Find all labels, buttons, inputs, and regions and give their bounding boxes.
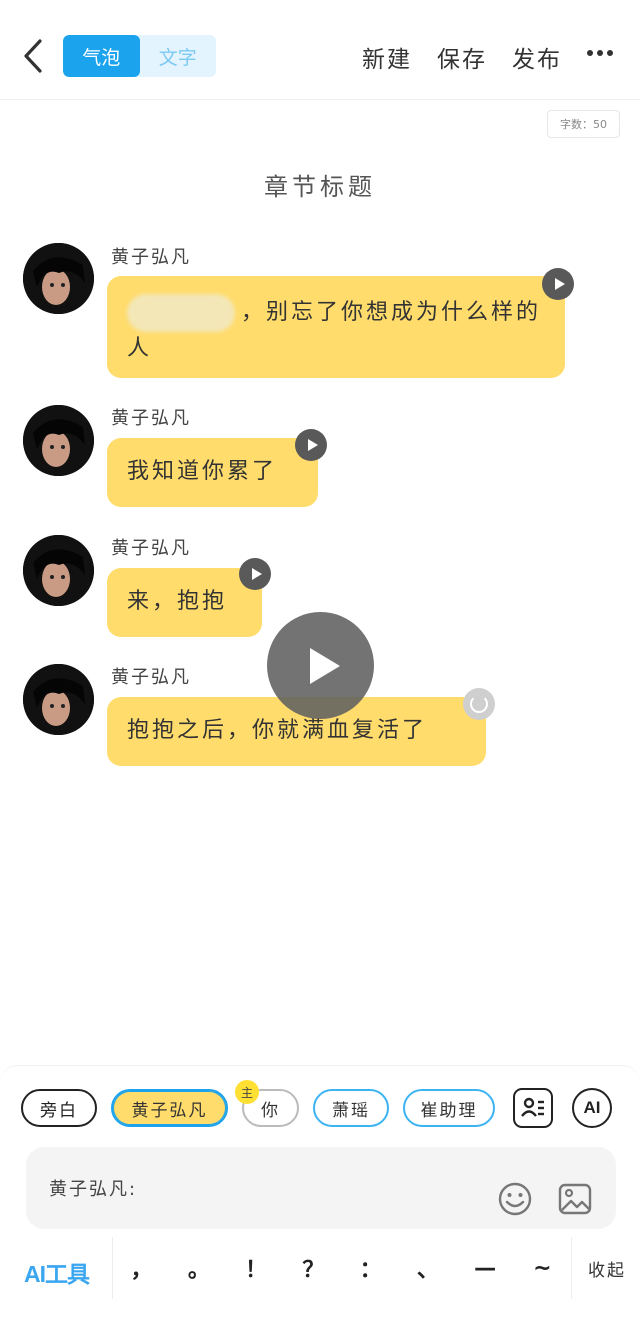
- avatar[interactable]: [23, 535, 94, 606]
- mode-switch: 气泡 文字: [63, 35, 216, 77]
- role-chip-assistant[interactable]: 崔助理: [403, 1089, 495, 1127]
- punct-enum-comma[interactable]: 、: [413, 1252, 443, 1284]
- message-bubble[interactable]: 我知道你累了: [107, 438, 318, 507]
- tab-bubble[interactable]: 气泡: [63, 35, 140, 77]
- speaker-name: 黄子弘凡: [111, 408, 191, 429]
- role-list-icon[interactable]: [513, 1088, 553, 1128]
- role-chip-selected[interactable]: 黄子弘凡: [111, 1089, 228, 1127]
- avatar[interactable]: [23, 405, 94, 476]
- punct-tilde[interactable]: ~: [527, 1256, 557, 1281]
- more-icon[interactable]: [587, 50, 613, 56]
- tab-text[interactable]: 文字: [140, 35, 217, 77]
- collapse-button[interactable]: 收起: [588, 1256, 626, 1281]
- punct-dash[interactable]: —: [470, 1256, 500, 1281]
- preview-play-button[interactable]: [267, 612, 374, 719]
- ai-tools-button[interactable]: AI工具: [24, 1255, 90, 1289]
- speaker-name: 黄子弘凡: [111, 667, 191, 688]
- punct-period[interactable]: 。: [184, 1252, 214, 1284]
- play-icon[interactable]: [295, 429, 327, 461]
- input-speaker-prefix: 黄子弘凡:: [49, 1179, 138, 1200]
- message-text: 抱抱之后，你就满血复活了: [127, 718, 428, 743]
- blurred-name: [127, 294, 235, 332]
- message-input[interactable]: 黄子弘凡:: [26, 1147, 616, 1229]
- punctuation-bar: ， 。 ！ ？ ： 、 — ~: [112, 1237, 572, 1299]
- avatar[interactable]: [23, 664, 94, 735]
- role-chip-xiaoyao[interactable]: 萧瑶: [313, 1089, 389, 1127]
- message-text: 来，抱抱: [127, 589, 228, 614]
- avatar[interactable]: [23, 243, 94, 314]
- play-icon[interactable]: [542, 268, 574, 300]
- back-icon[interactable]: [18, 36, 48, 76]
- speaker-name: 黄子弘凡: [111, 538, 191, 559]
- protagonist-badge: 主: [235, 1080, 259, 1104]
- emoji-icon[interactable]: [497, 1181, 533, 1217]
- speaker-name: 黄子弘凡: [111, 247, 191, 268]
- punct-comma[interactable]: ，: [127, 1252, 157, 1284]
- message-text: 我知道你累了: [127, 459, 278, 484]
- play-icon[interactable]: [239, 558, 271, 590]
- punct-question[interactable]: ？: [298, 1252, 328, 1284]
- role-chip-narration[interactable]: 旁白: [21, 1089, 97, 1127]
- image-icon[interactable]: [557, 1181, 593, 1217]
- chapter-title[interactable]: 章节标题: [0, 167, 640, 202]
- message-bubble[interactable]: ，别忘了你想成为什么样的人: [107, 276, 565, 378]
- punct-colon[interactable]: ：: [356, 1252, 386, 1284]
- new-button[interactable]: 新建: [362, 40, 412, 74]
- save-button[interactable]: 保存: [437, 40, 487, 74]
- word-count: 字数：50: [547, 110, 620, 138]
- publish-button[interactable]: 发布: [512, 40, 562, 74]
- punct-exclamation[interactable]: ！: [241, 1252, 271, 1284]
- loading-icon: [463, 688, 495, 720]
- ai-icon[interactable]: AI: [572, 1088, 612, 1128]
- top-bar: 气泡 文字 新建 保存 发布: [0, 0, 640, 100]
